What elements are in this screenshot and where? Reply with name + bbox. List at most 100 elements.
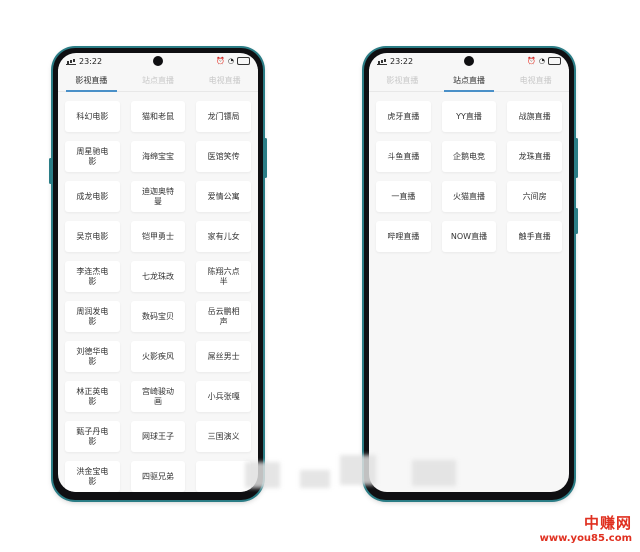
channel-tile[interactable]: 甄子丹电影: [65, 421, 120, 452]
channel-tile[interactable]: 龙门镖局: [196, 101, 251, 132]
channel-tile-label: 数码宝贝: [141, 311, 174, 321]
channel-tile[interactable]: 科幻电影: [65, 101, 120, 132]
status-time: 23:22: [79, 56, 103, 66]
wifi-icon: ◔: [227, 57, 234, 65]
channel-tile[interactable]: 小兵张嘎: [196, 381, 251, 412]
channel-tile-label: 海绵宝宝: [141, 151, 174, 161]
tab-site-live[interactable]: 站点直播: [125, 75, 192, 91]
channel-tile[interactable]: 周润发电影: [65, 301, 120, 332]
channel-tile[interactable]: NOW直播: [441, 221, 497, 252]
channel-tile[interactable]: 爱情公寓: [196, 181, 251, 212]
volume-button: [49, 158, 52, 184]
watermark-url: www.you85.com: [539, 533, 632, 544]
blur-smudge: [412, 460, 456, 486]
tab-site-live[interactable]: 站点直播: [436, 75, 503, 92]
watermark-logo: 中赚网 www.you85.com: [540, 512, 632, 544]
channel-tile-label: 屌丝男士: [207, 351, 240, 361]
wifi-icon: ◔: [538, 57, 545, 65]
channel-tile-label: 哔哩直播: [387, 231, 420, 241]
battery-icon: [548, 57, 561, 65]
channel-tile-label: 科幻电影: [76, 111, 109, 121]
volume-button: [575, 208, 578, 234]
channel-tile[interactable]: 铠甲勇士: [130, 221, 186, 252]
channel-tile[interactable]: 网球王子: [130, 421, 186, 452]
channel-tile[interactable]: [196, 461, 251, 492]
channel-tile-label: 吴京电影: [76, 231, 109, 241]
left-phone: 23:22 ⏰ ◔ 影视直播 站点直播 电视直播 科幻电影 猫和老鼠 龙门镖局周星驰…: [49, 48, 267, 500]
channel-tile-label: 一直播: [391, 191, 416, 201]
channel-tile[interactable]: 海绵宝宝: [130, 141, 186, 172]
channel-tile[interactable]: 宫崎骏动画: [130, 381, 186, 412]
channel-tile-label: 虎牙直播: [387, 111, 420, 121]
channel-tile-label: 龙门镖局: [207, 111, 240, 121]
channel-tile[interactable]: 三国演义: [196, 421, 251, 452]
channel-tile[interactable]: 斗鱼直播: [376, 141, 431, 172]
power-button: [264, 138, 267, 178]
signal-icon: [377, 58, 387, 65]
channel-tile[interactable]: 触手直播: [507, 221, 562, 252]
channel-tile-label: NOW直播: [450, 231, 488, 241]
channel-tile[interactable]: 一直播: [376, 181, 431, 212]
channel-tile[interactable]: 猫和老鼠: [130, 101, 186, 132]
channel-tile[interactable]: 成龙电影: [65, 181, 120, 212]
channel-grid: 虎牙直播 YY直播 战旗直播斗鱼直播 企鹅电竞 龙珠直播一直播 火猫直播 六间房哔哩直播 NO…: [369, 92, 569, 252]
channel-tile[interactable]: 哔哩直播: [376, 221, 431, 252]
channel-tile[interactable]: 企鹅电竞: [441, 141, 497, 172]
channel-tile-label: 甄子丹电影: [76, 426, 109, 446]
watermark-title: 中赚网: [583, 514, 632, 532]
channel-tile[interactable]: 周星驰电影: [65, 141, 120, 172]
channel-tile-label: 战旗直播: [518, 111, 551, 121]
channel-tile-label: 洪金宝电影: [76, 466, 109, 486]
channel-tile[interactable]: 家有儿女: [196, 221, 251, 252]
signal-icon: [66, 58, 76, 65]
channel-tile[interactable]: 龙珠直播: [507, 141, 562, 172]
channel-tile-label: 宫崎骏动画: [141, 386, 174, 406]
tab-movie-live[interactable]: 影视直播: [369, 75, 436, 91]
channel-tile[interactable]: 医馆笑传: [196, 141, 251, 172]
channel-tile[interactable]: 火猫直播: [441, 181, 497, 212]
channel-tile-label: 林正英电影: [76, 386, 109, 406]
channel-tile-label: 斗鱼直播: [387, 151, 420, 161]
channel-tile[interactable]: 虎牙直播: [376, 101, 431, 132]
tab-movie-live[interactable]: 影视直播: [58, 75, 125, 92]
battery-icon: [237, 57, 250, 65]
channel-tile[interactable]: 吴京电影: [65, 221, 120, 252]
channel-tile-label: 火猫直播: [452, 191, 485, 201]
channel-tile-label: 猫和老鼠: [141, 111, 174, 121]
channel-tile-label: 网球王子: [141, 431, 174, 441]
channel-grid: 科幻电影 猫和老鼠 龙门镖局周星驰电影 海绵宝宝 医馆笑传成龙电影 迪迦奥特曼 爱情公寓吴京…: [58, 92, 258, 492]
channel-tile-label: 岳云鹏相声: [207, 306, 240, 326]
channel-tile[interactable]: 七龙珠改: [130, 261, 186, 292]
channel-tile[interactable]: 李连杰电影: [65, 261, 120, 292]
channel-tile[interactable]: 屌丝男士: [196, 341, 251, 372]
channel-tile-label: 六间房: [522, 191, 547, 201]
channel-tile[interactable]: 数码宝贝: [130, 301, 186, 332]
channel-tile[interactable]: YY直播: [441, 101, 497, 132]
blur-smudge: [300, 470, 330, 488]
status-time: 23:22: [390, 56, 414, 66]
alarm-icon: ⏰: [216, 57, 225, 65]
channel-tile-label: 七龙珠改: [141, 271, 174, 281]
channel-tile[interactable]: 迪迦奥特曼: [130, 181, 186, 212]
channel-tile-label: 周润发电影: [76, 306, 109, 326]
channel-tile[interactable]: 战旗直播: [507, 101, 562, 132]
channel-tile-label: 企鹅电竞: [452, 151, 485, 161]
tab-tv-live[interactable]: 电视直播: [191, 75, 258, 91]
channel-tile-label: 家有儿女: [207, 231, 240, 241]
channel-tile[interactable]: 岳云鹏相声: [196, 301, 251, 332]
channel-tile[interactable]: 林正英电影: [65, 381, 120, 412]
channel-tile-label: 小兵张嘎: [207, 391, 240, 401]
channel-tile-label: 铠甲勇士: [141, 231, 174, 241]
channel-tile[interactable]: 火影疾风: [130, 341, 186, 372]
camera-notch: [153, 56, 163, 66]
channel-tile[interactable]: 六间房: [507, 181, 562, 212]
channel-tile-label: 医馆笑传: [207, 151, 240, 161]
channel-tile[interactable]: 洪金宝电影: [65, 461, 120, 492]
tab-tv-live[interactable]: 电视直播: [502, 75, 569, 91]
channel-tile[interactable]: 刘德华电影: [65, 341, 120, 372]
tab-bar: 影视直播 站点直播 电视直播: [58, 69, 258, 92]
channel-tile[interactable]: 四驱兄弟: [130, 461, 186, 492]
channel-tile[interactable]: 陈翔六点半: [196, 261, 251, 292]
blur-smudge: [245, 462, 280, 488]
channel-tile-label: 触手直播: [518, 231, 551, 241]
